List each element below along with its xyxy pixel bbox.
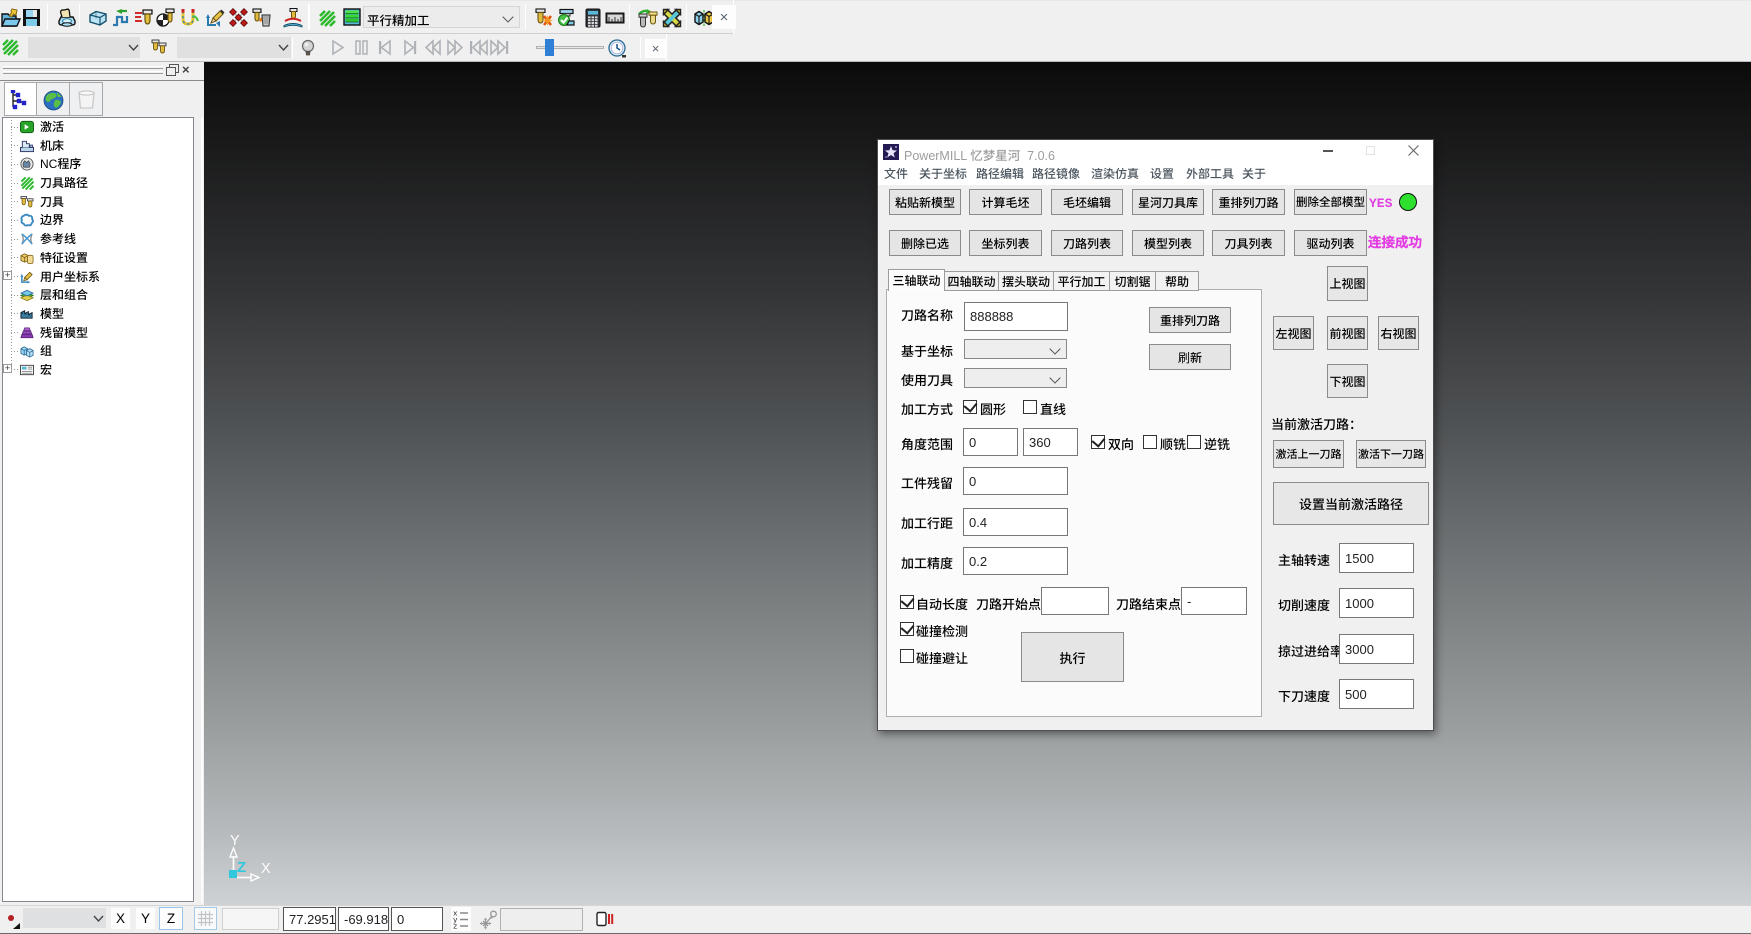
svg-text:Y: Y <box>230 833 240 849</box>
svg-text:z: z <box>453 924 458 930</box>
svg-text:Z: Z <box>237 859 246 876</box>
svg-text:X: X <box>261 861 271 877</box>
